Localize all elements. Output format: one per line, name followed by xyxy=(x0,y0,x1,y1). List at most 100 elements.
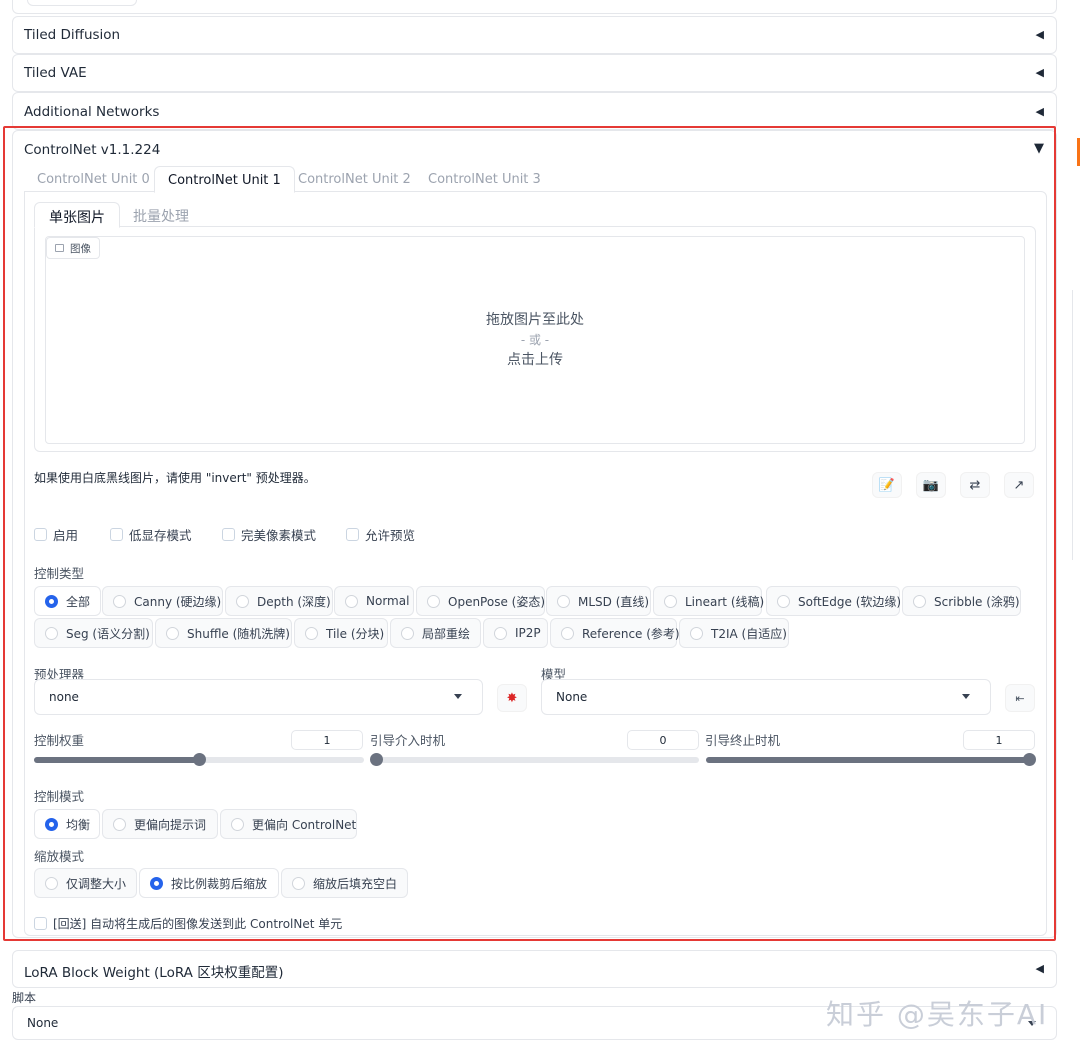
checkbox-pixel-perfect[interactable]: 完美像素模式 xyxy=(222,525,316,544)
refresh-models-button[interactable]: ⇤ xyxy=(1005,684,1035,712)
radio-mode-controlnet[interactable]: 更偏向 ControlNet xyxy=(220,809,357,839)
weight-input[interactable]: 1 xyxy=(291,730,363,750)
slider-thumb[interactable] xyxy=(1023,753,1036,766)
checkbox-loopback[interactable]: [回送] 自动将生成后的图像发送到此 ControlNet 单元 xyxy=(34,915,342,932)
checkbox-box[interactable] xyxy=(34,528,47,541)
radio-dot[interactable] xyxy=(305,626,318,640)
radio-dot[interactable] xyxy=(45,876,58,890)
radio-dot[interactable] xyxy=(913,594,926,608)
radio-resize-crop[interactable]: 按比例裁剪后缩放 xyxy=(139,868,279,898)
collapse-left-icon[interactable]: ◀ xyxy=(1036,105,1044,118)
radio-dot[interactable] xyxy=(664,594,677,608)
radio-type-all[interactable]: 全部 xyxy=(34,586,101,616)
image-dropzone[interactable]: 图像 拖放图片至此处 - 或 - 点击上传 xyxy=(45,236,1025,444)
drop-line-1: 拖放图片至此处 xyxy=(486,312,584,328)
radio-type-shuffle[interactable]: Shuffle (随机洗牌) xyxy=(155,618,292,648)
radio-label: MLSD (直线) xyxy=(578,594,650,609)
accordion-lora-block-weight[interactable]: LoRA Block Weight (LoRA 区块权重配置) ◀ xyxy=(12,950,1057,988)
radio-label: Reference (参考) xyxy=(582,626,680,641)
checkbox-label: [回送] 自动将生成后的图像发送到此 ControlNet 单元 xyxy=(53,917,343,931)
collapse-left-icon[interactable]: ◀ xyxy=(1036,28,1044,41)
tab-batch[interactable]: 批量处理 xyxy=(133,206,189,226)
weight-slider[interactable] xyxy=(34,753,364,766)
radio-dot[interactable] xyxy=(113,817,126,831)
drop-text: 拖放图片至此处 - 或 - 点击上传 xyxy=(46,310,1024,370)
radio-type-canny[interactable]: Canny (硬边缘) xyxy=(102,586,223,616)
radio-type-lineart[interactable]: Lineart (线稿) xyxy=(653,586,764,616)
tab-unit-0[interactable]: ControlNet Unit 0 xyxy=(37,172,150,187)
checkbox-lowvram[interactable]: 低显存模式 xyxy=(110,525,192,544)
radio-mode-balanced[interactable]: 均衡 xyxy=(34,809,100,839)
radio-dot[interactable] xyxy=(231,817,244,831)
image-icon xyxy=(55,244,64,252)
edit-button[interactable]: 📝 xyxy=(872,472,902,498)
tab-unit-2[interactable]: ControlNet Unit 2 xyxy=(298,172,411,187)
tab-unit-1[interactable]: ControlNet Unit 1 xyxy=(154,166,295,193)
radio-type-seg[interactable]: Seg (语义分割) xyxy=(34,618,153,648)
radio-dot[interactable] xyxy=(236,594,249,608)
right-panel-edge xyxy=(1072,290,1080,560)
radio-type-tile[interactable]: Tile (分块) xyxy=(294,618,388,648)
checkbox-label: 启用 xyxy=(53,528,79,543)
radio-type-normal[interactable]: Normal xyxy=(334,586,414,616)
radio-resize-just[interactable]: 仅调整大小 xyxy=(34,868,137,898)
radio-type-scribble[interactable]: Scribble (涂鸦) xyxy=(902,586,1021,616)
camera-icon: 📷 xyxy=(922,477,940,493)
checkbox-box[interactable] xyxy=(346,528,359,541)
radio-type-inpaint[interactable]: 局部重绘 xyxy=(390,618,481,648)
slider-thumb[interactable] xyxy=(370,753,383,766)
radio-label: Tile (分块) xyxy=(326,626,385,641)
checkbox-box[interactable] xyxy=(110,528,123,541)
radio-dot[interactable] xyxy=(401,626,414,640)
chevron-down-icon xyxy=(454,694,462,699)
run-preprocessor-button[interactable]: ✸ xyxy=(497,684,527,712)
tab-unit-3[interactable]: ControlNet Unit 3 xyxy=(428,172,541,187)
radio-type-depth[interactable]: Depth (深度) xyxy=(225,586,333,616)
radio-type-softedge[interactable]: SoftEdge (软边缘) xyxy=(766,586,901,616)
checkbox-enable[interactable]: 启用 xyxy=(34,525,78,544)
radio-dot[interactable] xyxy=(345,594,358,608)
radio-dot[interactable] xyxy=(45,594,58,608)
radio-type-mlsd[interactable]: MLSD (直线) xyxy=(546,586,651,616)
radio-dot[interactable] xyxy=(561,626,574,640)
radio-dot[interactable] xyxy=(494,626,507,640)
checkbox-allow-preview[interactable]: 允许预览 xyxy=(346,525,415,544)
accordion-additional-networks[interactable]: Additional Networks ◀ xyxy=(12,92,1057,130)
accordion-tiled-diffusion[interactable]: Tiled Diffusion ◀ xyxy=(12,16,1057,54)
slider-thumb[interactable] xyxy=(193,753,206,766)
accordion-title: Tiled Diffusion xyxy=(24,27,121,43)
radio-type-reference[interactable]: Reference (参考) xyxy=(550,618,680,648)
radio-dot[interactable] xyxy=(45,817,58,831)
tab-single-image[interactable]: 单张图片 xyxy=(34,202,120,228)
radio-dot[interactable] xyxy=(427,594,440,608)
send-dimensions-button[interactable]: ↗ xyxy=(1004,472,1034,498)
checkbox-box[interactable] xyxy=(222,528,235,541)
end-slider[interactable] xyxy=(706,753,1036,766)
end-input[interactable]: 1 xyxy=(963,730,1035,750)
start-slider[interactable] xyxy=(370,753,699,766)
camera-button[interactable]: 📷 xyxy=(916,472,946,498)
model-select[interactable]: None xyxy=(541,679,991,715)
radio-dot[interactable] xyxy=(150,876,163,890)
radio-dot[interactable] xyxy=(557,594,570,608)
radio-dot[interactable] xyxy=(113,594,126,608)
accordion-tiled-vae[interactable]: Tiled VAE ◀ xyxy=(12,54,1057,92)
radio-dot[interactable] xyxy=(777,594,790,608)
radio-resize-fill[interactable]: 缩放后填充空白 xyxy=(281,868,408,898)
watermark: 知乎 @吴东子AI xyxy=(826,998,1049,1031)
collapse-left-icon[interactable]: ◀ xyxy=(1036,962,1044,975)
model-value: None xyxy=(556,690,588,704)
radio-dot[interactable] xyxy=(690,626,703,640)
radio-type-t2ia[interactable]: T2IA (自适应) xyxy=(679,618,789,648)
preprocessor-select[interactable]: none xyxy=(34,679,483,715)
radio-type-ip2p[interactable]: IP2P xyxy=(483,618,548,648)
radio-dot[interactable] xyxy=(292,876,305,890)
radio-mode-prompt[interactable]: 更偏向提示词 xyxy=(102,809,218,839)
start-input[interactable]: 0 xyxy=(627,730,699,750)
radio-dot[interactable] xyxy=(45,626,58,640)
radio-type-openpose[interactable]: OpenPose (姿态) xyxy=(416,586,545,616)
swap-button[interactable]: ⇄ xyxy=(960,472,990,498)
collapse-left-icon[interactable]: ◀ xyxy=(1036,66,1044,79)
checkbox-box[interactable] xyxy=(34,917,47,930)
radio-dot[interactable] xyxy=(166,626,179,640)
